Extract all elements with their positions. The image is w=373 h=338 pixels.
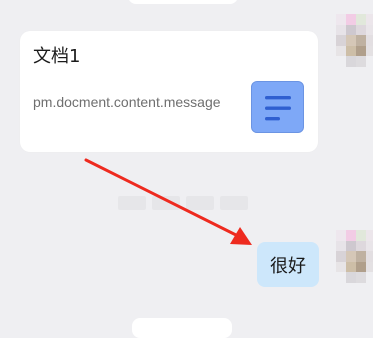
red-arrow-icon bbox=[84, 158, 252, 245]
next-message-bubble bbox=[132, 318, 232, 338]
